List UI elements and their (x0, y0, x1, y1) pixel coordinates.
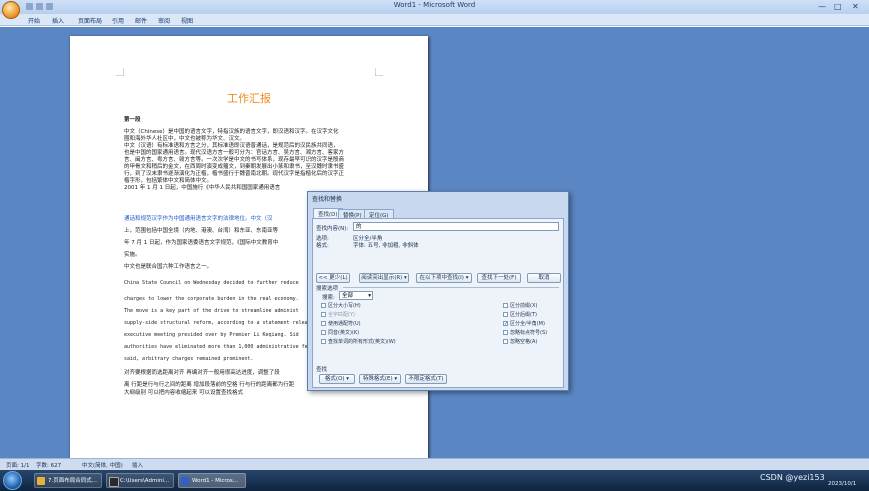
tab-page-layout[interactable]: 页面布局 (78, 16, 102, 25)
find-next-button[interactable]: 查找下一处(F) (477, 273, 521, 283)
checkbox-label: 忽略标点符号(S) (510, 330, 548, 336)
document-line: The move is a key part of the drive to s… (124, 308, 299, 314)
document-line: 2001 年 1 月 1 日起，中国施行《中华人民共和国国家通用语言 (124, 185, 281, 191)
redo-icon[interactable] (46, 3, 53, 10)
tray-date[interactable]: 2023/10/1 (828, 481, 856, 487)
document-line: 第一段 (124, 117, 141, 123)
checkbox-label: 区分后缀(T) (510, 312, 537, 318)
status-words[interactable]: 字数: 627 (36, 461, 61, 469)
document-line: supply-side structural reform, according… (124, 320, 311, 326)
search-direction-label: 搜索: (322, 295, 335, 301)
find-section-title: 查找 (316, 367, 328, 373)
ribbon-tabs: 开始 插入 页面布局 引用 邮件 审阅 视图 (0, 14, 869, 26)
checkbox[interactable]: ✓ (503, 321, 508, 327)
find-in-button[interactable]: 在以下项中查找(I) ▾ (416, 273, 472, 283)
tab-review[interactable]: 审阅 (158, 16, 170, 25)
dialog-title: 查找和替换 (312, 196, 343, 203)
document-line: said, arbitrary charges remained promine… (124, 356, 254, 362)
checkbox-label: 区分全/半角(M) (510, 321, 545, 327)
checkbox-label: 同音(英文)(K) (328, 330, 360, 336)
document-line: 大纲级别 可以把内容收缩起来 可以设置查找格式 (124, 390, 243, 396)
window-title: Word1 - Microsoft Word (393, 1, 476, 9)
office-button[interactable] (2, 1, 20, 19)
watermark: CSDN @yezi153 (760, 473, 825, 482)
less-button[interactable]: << 更少(L) (316, 273, 350, 283)
save-icon[interactable] (26, 3, 33, 10)
margin-corner-icon (375, 68, 383, 76)
reading-highlight-button[interactable]: 阅读突出显示(R) ▾ (359, 273, 409, 283)
status-page[interactable]: 页面: 1/1 (6, 461, 29, 469)
checkbox-label: 忽略空格(A) (510, 339, 538, 345)
tab-insert[interactable]: 插入 (52, 16, 64, 25)
checkbox[interactable] (321, 303, 326, 308)
checkbox[interactable] (503, 339, 508, 344)
checkbox[interactable] (503, 312, 508, 317)
format-value: 字体: 五号, 非加粗, 非斜体 (353, 243, 419, 249)
tab-references[interactable]: 引用 (112, 16, 124, 25)
status-language[interactable]: 中文(简体, 中国) (82, 461, 123, 469)
checkbox[interactable] (503, 303, 508, 308)
cancel-button[interactable]: 取消 (527, 273, 561, 283)
taskbar-item-word[interactable]: Word1 - Micros... (178, 473, 246, 488)
find-replace-dialog: 查找和替换 查找(D) 替换(P) 定位(G) 查找内容(N): 的 选项: 区… (307, 191, 569, 391)
tab-view[interactable]: 视图 (181, 16, 193, 25)
tab-home[interactable]: 开始 (28, 16, 40, 25)
tab-mailings[interactable]: 邮件 (135, 16, 147, 25)
find-what-input[interactable]: 的 (353, 222, 559, 231)
margin-corner-icon (116, 68, 124, 76)
document-line: China State Council on Wednesday decided… (124, 280, 299, 286)
document-line: 年 7 月 1 日起，作为国家语委语言文字规范，《国际中文教育中 (124, 240, 279, 246)
status-bar: 页面: 1/1 字数: 627 中文(简体, 中国) 插入 (0, 458, 869, 470)
checkbox[interactable] (321, 321, 326, 326)
document-line: 对齐要根据而选距离对齐 再编对齐一般用很高达进度，调整了段 (124, 370, 280, 376)
document-line: 中文也是联合国六种工作语言之一。 (124, 264, 213, 270)
checkbox[interactable] (321, 339, 326, 344)
document-line: 上，范围包括中国全境（内地、港澳、台湾）和东亚、东南亚等 (124, 228, 279, 234)
checkbox[interactable] (503, 330, 508, 335)
document-line: charges to lower the corporate burden in… (124, 296, 299, 302)
status-insert-mode[interactable]: 插入 (132, 461, 143, 469)
undo-icon[interactable] (36, 3, 43, 10)
word-icon (181, 477, 189, 485)
close-button[interactable]: ✕ (852, 2, 859, 11)
search-options-title: 搜索选项 (316, 286, 339, 292)
document-line: 通话和规范汉字作为中国通用语言文字的法律地位。中文（汉 (124, 216, 273, 222)
checkbox (321, 312, 326, 317)
taskbar-item-console[interactable]: C:\Users\Admini... (106, 473, 174, 488)
find-what-label: 查找内容(N): (316, 226, 349, 232)
checkbox-label: 区分前缀(X) (510, 303, 538, 309)
document-line: 离 行距是行与行之间的距离 增加段落前的空格 行与行的距离都为行距 (124, 382, 295, 388)
chevron-down-icon: ▾ (368, 293, 371, 299)
checkbox-label: 使用通配符(U) (328, 321, 361, 327)
folder-icon (37, 477, 45, 485)
document-line: executive meeting presided over by Premi… (124, 332, 299, 338)
dialog-body: 查找内容(N): 的 选项: 区分全/半角 格式: 字体: 五号, 非加粗, 非… (312, 218, 564, 388)
document-line: authorities have eliminated more than 1,… (124, 344, 311, 350)
document-title: 工作汇报 (227, 92, 271, 105)
search-direction-select[interactable]: 全部 ▾ (339, 291, 373, 300)
console-icon (109, 477, 119, 487)
format-button[interactable]: 格式(O) ▾ (319, 374, 355, 384)
special-button[interactable]: 特殊格式(E) ▾ (359, 374, 401, 384)
checkbox-label: 查找单词的所有形式(英文)(W) (328, 339, 396, 345)
document-line: 实施。 (124, 252, 141, 258)
checkbox[interactable] (321, 330, 326, 335)
checkbox-label: 全字匹配(Y) (328, 312, 355, 318)
taskbar-item-explorer[interactable]: 7.页面布局合同式... (34, 473, 102, 488)
maximize-button[interactable]: □ (834, 2, 842, 11)
no-formatting-button[interactable]: 不限定格式(T) (405, 374, 447, 384)
minimize-button[interactable]: — (818, 2, 826, 11)
format-label: 格式: (316, 243, 329, 249)
start-button[interactable] (3, 471, 22, 490)
checkbox-label: 区分大小写(H) (328, 303, 361, 309)
divider (343, 287, 559, 288)
